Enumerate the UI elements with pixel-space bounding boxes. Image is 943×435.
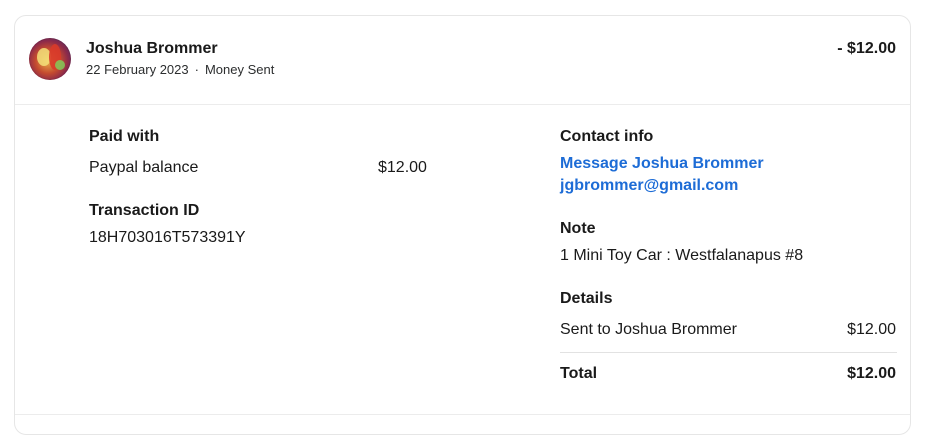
transaction-type: Money Sent: [204, 62, 275, 77]
transaction-header[interactable]: Joshua Brommer 22 February 2023 · Money Se…: [15, 16, 910, 105]
total-label: Total: [560, 365, 598, 382]
transaction-date: 22 February 2023: [86, 62, 189, 77]
details-divider: [560, 352, 897, 353]
details-line-label: Sent to Joshua Brommer: [560, 321, 737, 338]
transaction-id-label: Transaction ID: [89, 202, 200, 219]
transaction-subline: 22 February 2023 · Money Sent: [86, 62, 274, 77]
details-label: Details: [560, 290, 613, 307]
note-label: Note: [560, 220, 596, 237]
payment-amount: $12.00: [378, 159, 427, 176]
transaction-id-value: 18H703016T573391Y: [89, 229, 246, 246]
transaction-amount: - $12.00: [837, 40, 896, 57]
transaction-card: Joshua Brommer 22 February 2023 · Money Se…: [14, 15, 911, 435]
section-divider: [15, 414, 910, 415]
total-amount: $12.00: [847, 365, 896, 382]
contact-info-label: Contact info: [560, 128, 654, 145]
details-line-amount: $12.00: [847, 321, 896, 338]
avatar: [29, 38, 71, 80]
separator-dot: ·: [194, 62, 199, 77]
note-value: 1 Mini Toy Car : Westfalanapus #8: [560, 247, 804, 264]
paid-with-label: Paid with: [89, 128, 160, 145]
recipient-email-link[interactable]: jgbrommer@gmail.com: [560, 177, 738, 195]
payment-method: Paypal balance: [89, 159, 199, 176]
message-recipient-link[interactable]: Message Joshua Brommer: [560, 155, 764, 173]
recipient-name: Joshua Brommer: [86, 40, 218, 57]
